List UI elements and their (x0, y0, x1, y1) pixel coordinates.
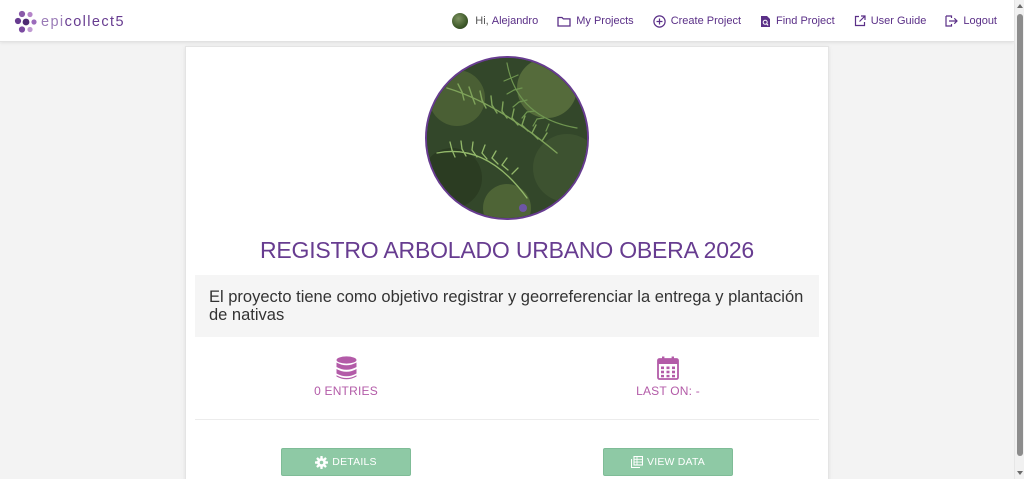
epicollect5-logo[interactable]: epicollect5 (14, 10, 125, 34)
divider (195, 419, 819, 420)
nav-label: User Guide (870, 15, 927, 27)
details-button[interactable]: DETAILS (281, 448, 411, 476)
epicollect-logo-icon (14, 10, 37, 33)
folder-icon (557, 16, 571, 27)
project-logo (425, 56, 589, 220)
search-file-icon (761, 15, 770, 27)
user-greeting[interactable]: Hi, Alejandro (452, 13, 538, 29)
scroll-down-arrow-icon[interactable] (1017, 471, 1023, 475)
nav-label: Logout (963, 15, 997, 27)
logout-icon (945, 15, 959, 27)
gear-icon (315, 455, 329, 469)
user-name: Alejandro (491, 15, 539, 27)
external-link-icon (854, 15, 866, 27)
page-scrollbar[interactable] (1014, 0, 1024, 479)
nav-create-project[interactable]: Create Project (652, 14, 741, 28)
entries-count-label: 0 ENTRIES (314, 384, 378, 398)
brand-wordmark: epicollect5 (41, 14, 125, 30)
view-data-button-label: VIEW DATA (647, 456, 705, 468)
nav-logout[interactable]: Logout (945, 15, 997, 27)
project-card: REGISTRO ARBOLADO URBANO OBERA 2026 El p… (185, 46, 829, 479)
database-icon (336, 356, 356, 380)
avatar (452, 13, 469, 29)
entries-stat: 0 ENTRIES (246, 356, 446, 398)
nav-my-projects[interactable]: My Projects (557, 15, 634, 27)
details-button-label: DETAILS (332, 456, 377, 468)
nav-user-guide[interactable]: User Guide (854, 15, 927, 27)
fern-plant-image (427, 58, 587, 218)
nav-label: My Projects (576, 15, 634, 27)
project-description: El proyecto tiene como objetivo registra… (195, 275, 819, 337)
scrollbar-thumb[interactable] (1017, 14, 1023, 456)
top-navbar: epicollect5 Hi, Alejandro My Projects Cr… (0, 0, 1014, 42)
nav-label: Find Project (776, 15, 835, 27)
last-on-label: LAST ON: - (636, 384, 700, 398)
greeting-text: Hi, (475, 15, 489, 27)
nav-menu: Hi, Alejandro My Projects Create Project… (452, 0, 997, 42)
calendar-icon (657, 356, 679, 380)
nav-label: Create Project (670, 15, 741, 27)
plus-circle-icon (652, 14, 666, 28)
view-data-button[interactable]: VIEW DATA (603, 448, 733, 476)
nav-find-project[interactable]: Find Project (760, 15, 835, 28)
table-icon (631, 456, 643, 468)
scroll-up-arrow-icon[interactable] (1017, 4, 1023, 8)
last-entry-stat: LAST ON: - (568, 356, 768, 398)
project-title: REGISTRO ARBOLADO URBANO OBERA 2026 (259, 237, 755, 263)
